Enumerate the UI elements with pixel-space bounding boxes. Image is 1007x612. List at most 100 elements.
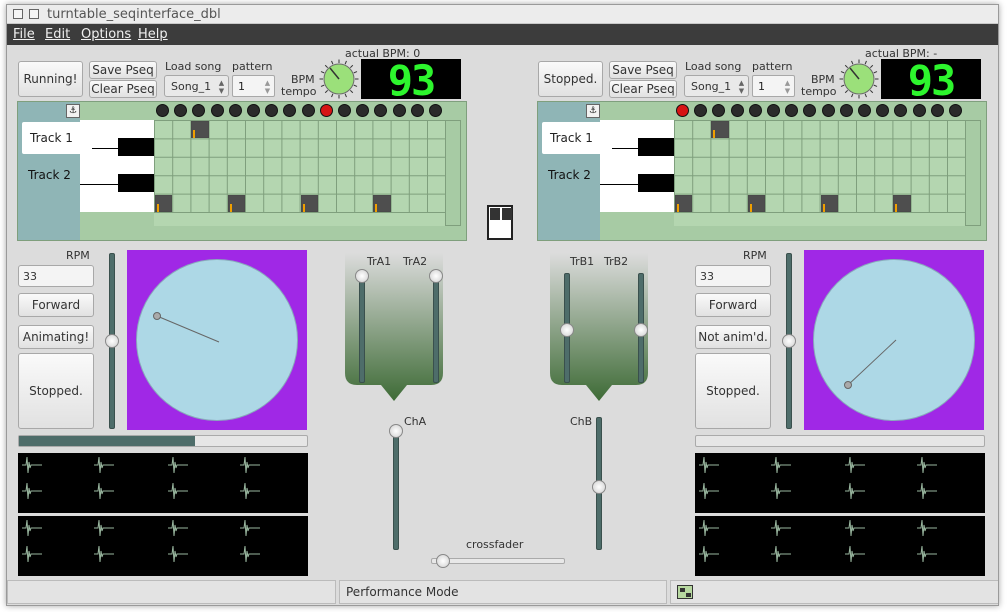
trb1-label: TrB1: [570, 255, 595, 268]
tra1-handle[interactable]: [355, 269, 369, 283]
menu-edit[interactable]: Edit: [45, 27, 70, 42]
deck-b-step-led: [858, 104, 871, 117]
deck-a-step-note[interactable]: [227, 194, 245, 212]
trb1-handle[interactable]: [560, 323, 574, 337]
deck-a-step-note[interactable]: [373, 194, 391, 212]
deck-b-tempo-label: tempo: [801, 85, 837, 98]
deck-a-track-1-button[interactable]: Track 1: [22, 122, 92, 154]
maximize-icon[interactable]: [29, 9, 39, 19]
deck-a-step-led: [356, 104, 370, 117]
deck-a-run-button[interactable]: Running!: [18, 61, 83, 97]
deck-a-save-pseq-button[interactable]: Save Pseq: [89, 61, 157, 79]
deck-b-direction-button[interactable]: Forward: [695, 293, 771, 317]
deck-b-step-led: [730, 104, 744, 117]
deck-a-state-button[interactable]: Stopped.: [18, 353, 94, 429]
crossfader-label: crossfader: [466, 538, 524, 551]
cha-handle[interactable]: [389, 424, 403, 438]
status-mode-text: Performance Mode: [346, 585, 459, 599]
deck-b-step-note[interactable]: [820, 194, 838, 212]
main-window: turntable_seqinterface_dbl File Edit Opt…: [6, 4, 999, 606]
deck-b-step-note[interactable]: [711, 121, 729, 139]
status-left: [7, 580, 336, 604]
deck-a-anim-button[interactable]: Animating!: [18, 325, 94, 349]
tra1-slider[interactable]: [359, 273, 365, 383]
deck-a-step-led: [283, 104, 297, 117]
tra2-label: TrA2: [403, 255, 428, 268]
deck-a-load-song-label: Load song: [165, 60, 222, 73]
deck-a-sequencer: ⚓ Track 1 Track 2: [17, 101, 467, 241]
cha-slider[interactable]: [393, 428, 399, 550]
deck-b-step-led: [949, 104, 962, 117]
tra2-slider[interactable]: [433, 273, 439, 383]
menu-options[interactable]: Options: [81, 27, 131, 42]
deck-b-anim-button[interactable]: Not anim'd.: [695, 325, 771, 349]
deck-a-bpm-display: 93: [361, 59, 461, 103]
deck-a-step-led: [210, 104, 224, 117]
deck-a-black-key: [118, 138, 154, 156]
deck-a-pin-icon[interactable]: ⚓: [66, 104, 80, 118]
deck-b-waveform-1: [695, 453, 985, 513]
deck-a-step-led: [374, 104, 388, 117]
status-right: [670, 580, 998, 604]
trb2-label: TrB2: [604, 255, 629, 268]
deck-a-step-led: [192, 104, 206, 117]
deck-b-step-led: [821, 104, 835, 117]
deck-b-speed-handle[interactable]: [782, 334, 796, 348]
deck-b-run-button[interactable]: Stopped.: [538, 61, 603, 97]
deck-b-pattern-arrows-icon: ▲ ▼: [784, 79, 791, 95]
deck-b-turntable[interactable]: [804, 250, 984, 430]
deck-b-step-led: [785, 104, 799, 117]
deck-b-rpm-field[interactable]: 33: [695, 265, 771, 287]
deck-b-pin-icon[interactable]: ⚓: [586, 104, 600, 118]
menu-help[interactable]: Help: [138, 27, 168, 42]
title-bar: turntable_seqinterface_dbl: [7, 5, 998, 24]
deck-a-grid-footer: [154, 212, 446, 226]
deck-a-step-led: [174, 104, 188, 117]
deck-b-save-pseq-button[interactable]: Save Pseq: [609, 61, 677, 79]
deck-a-pattern-value: 1: [238, 79, 245, 93]
deck-b-step-led: [694, 104, 708, 117]
trb2-handle[interactable]: [634, 323, 648, 337]
deck-a-song-select[interactable]: Song_1 ▲ ▼: [164, 75, 229, 97]
deck-b-step-led: [803, 104, 817, 117]
deck-a-track-1-label: Track 1: [30, 131, 73, 145]
deck-b-pattern-spinner[interactable]: 1 ▲ ▼: [752, 75, 795, 97]
chb-handle[interactable]: [592, 480, 606, 494]
deck-a-step-led: [319, 104, 333, 117]
deck-a-step-note[interactable]: [155, 194, 173, 212]
deck-a-turntable[interactable]: [127, 250, 307, 430]
deck-switch-icon[interactable]: [487, 205, 513, 240]
deck-b-step-note[interactable]: [675, 194, 693, 212]
deck-a-rpm-field[interactable]: 33: [18, 265, 94, 287]
deck-a-direction-button[interactable]: Forward: [18, 293, 94, 317]
deck-b-load-song-label: Load song: [685, 60, 742, 73]
deck-b-step-led: [676, 104, 689, 117]
deck-b-step-note[interactable]: [893, 194, 911, 212]
deck-a-tempo-label: tempo: [281, 85, 317, 98]
deck-a-step-note[interactable]: [191, 121, 209, 139]
deck-b-clear-pseq-button[interactable]: Clear Pseq: [609, 80, 677, 98]
deck-b-track-1-button[interactable]: Track 1: [542, 122, 612, 154]
crossfader-slider[interactable]: [431, 558, 565, 564]
deck-a-tempo-knob[interactable]: [319, 59, 359, 99]
mixer-panel-a: TrA1 TrA2: [345, 253, 443, 403]
deck-a-speed-handle[interactable]: [105, 334, 119, 348]
deck-b-step-led: [876, 104, 890, 117]
deck-b-track-1-label: Track 1: [550, 131, 593, 145]
deck-a-step-note[interactable]: [300, 194, 318, 212]
menu-file[interactable]: File: [13, 27, 35, 42]
deck-a-pattern-spinner[interactable]: 1 ▲ ▼: [232, 75, 275, 97]
crossfader-handle[interactable]: [436, 554, 450, 568]
deck-b-tempo-knob[interactable]: [839, 59, 879, 99]
deck-a-clear-pseq-button[interactable]: Clear Pseq: [89, 80, 157, 98]
tra2-handle[interactable]: [429, 269, 443, 283]
close-icon[interactable]: [13, 9, 23, 19]
deck-b-pattern-value: 1: [758, 79, 765, 93]
deck-b-black-key: [638, 138, 674, 156]
deck-b-step-note[interactable]: [747, 194, 765, 212]
deck-a-waveform-2: [18, 516, 308, 576]
deck-b-state-button[interactable]: Stopped.: [695, 353, 771, 429]
deck-b-song-select[interactable]: Song_1 ▲ ▼: [684, 75, 749, 97]
deck-a-step-led: [156, 104, 169, 117]
window-title: turntable_seqinterface_dbl: [47, 7, 221, 22]
